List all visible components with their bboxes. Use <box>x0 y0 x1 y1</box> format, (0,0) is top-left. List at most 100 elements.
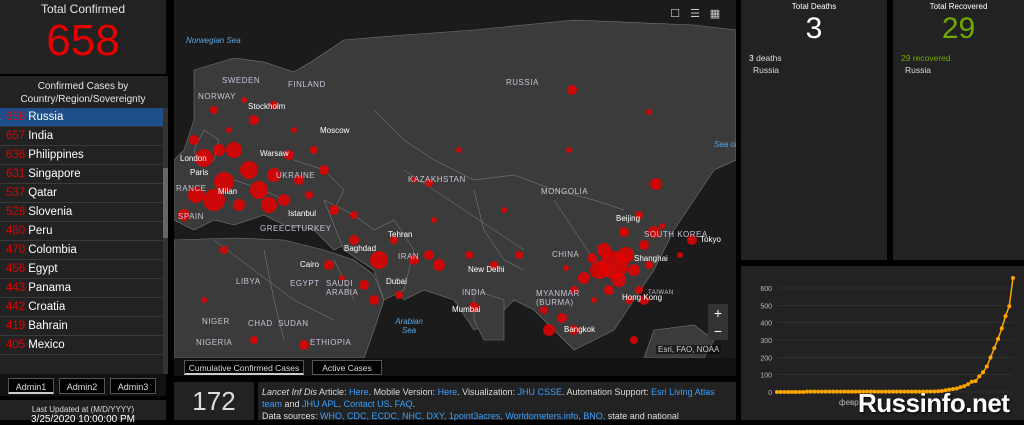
label-iran: IRAN <box>398 252 420 261</box>
country-name: Croatia <box>28 301 66 313</box>
tab-admin3[interactable]: Admin3 <box>110 378 156 394</box>
label-egypt: EGYPT <box>290 279 320 288</box>
qr-grid-icon[interactable]: ▦ <box>706 4 724 24</box>
zoom-out-button[interactable]: − <box>708 322 728 340</box>
tab-cumulative-confirmed[interactable]: Cumulative Confirmed Cases <box>184 360 304 375</box>
chart-data-point <box>812 389 817 394</box>
chart-data-point <box>804 389 809 394</box>
country-name: Colombia <box>28 244 77 256</box>
country-name: India <box>28 130 54 142</box>
country-count: 658 <box>6 111 26 123</box>
country-list-scrollbar[interactable] <box>163 108 168 374</box>
country-list-item[interactable]: 470 Colombia <box>0 241 163 260</box>
country-list-item[interactable]: 480 Peru <box>0 222 163 241</box>
label-warsaw: Warsaw <box>260 149 289 158</box>
country-list-item[interactable]: 537 Qatar <box>0 184 163 203</box>
country-count: 443 <box>6 282 26 294</box>
country-list-item[interactable]: 443 Panama <box>0 279 163 298</box>
info-panel: Lancet Inf Dis Article: Here. Mobile Ver… <box>258 382 736 421</box>
label-chad: CHAD <box>248 319 273 328</box>
country-count: 537 <box>6 187 26 199</box>
zoom-in-button[interactable]: + <box>708 304 728 322</box>
country-count: 419 <box>6 320 26 332</box>
chart-data-point <box>819 389 824 394</box>
label-sudan: SUDAN <box>278 319 309 328</box>
chart-data-point <box>977 374 982 379</box>
chart-data-point <box>999 326 1004 331</box>
map-attribution: Esri, FAO, NOAA <box>656 345 722 354</box>
label-sea-okho: Sea of Okho <box>714 140 736 149</box>
country-list-item[interactable]: 658 Russia <box>0 108 163 127</box>
bookmark-icon[interactable]: ☐ <box>666 4 684 24</box>
chart-y-tick-label: 200 <box>760 355 772 362</box>
country-list-heading: Confirmed Cases by Country/Region/Sovere… <box>20 81 146 105</box>
label-paris: Paris <box>190 168 209 177</box>
end-text: . <box>412 399 416 409</box>
label-libya: LIBYA <box>236 277 261 286</box>
chart-data-point <box>823 389 828 394</box>
label-greece: GREECE <box>260 224 297 233</box>
watermark-text: Russinfo.net <box>858 388 1010 418</box>
chart-data-point <box>846 389 851 394</box>
chart-y-tick-label: 400 <box>760 321 772 328</box>
deaths-detail: 3 deaths <box>749 53 782 63</box>
country-list-item[interactable]: 405 Mexico <box>0 336 163 355</box>
chart-data-point <box>827 389 832 394</box>
label-dubai: Dubai <box>386 277 407 286</box>
chart-data-point <box>988 355 993 360</box>
chart-y-tick-label: 0 <box>768 390 772 397</box>
label-mongolia: MONGOLIA <box>541 187 589 196</box>
contact-link[interactable]: Contact US <box>344 399 390 409</box>
label-shanghai: Shanghai <box>634 254 668 263</box>
tab-admin2[interactable]: Admin2 <box>59 378 105 394</box>
country-list-item[interactable]: 442 Croatia <box>0 298 163 317</box>
jhu-csse-link[interactable]: JHU CSSE <box>518 387 563 397</box>
map-toolbar: ☐ ☰ ▦ <box>664 4 726 24</box>
chart-data-point <box>786 390 791 394</box>
label-spain: SPAIN <box>178 212 204 221</box>
here-link-1[interactable]: Here <box>349 387 369 397</box>
here-link-2[interactable]: Here <box>438 387 458 397</box>
country-name: Russia <box>28 111 64 123</box>
label-myanmar: MYANMAR (BURMA) <box>536 289 580 307</box>
jhu-apl-link[interactable]: JHU APL <box>302 399 339 409</box>
label-niger: NIGER <box>202 317 230 326</box>
label-kazakhstan: KAZAKHSTAN <box>408 175 466 184</box>
chart-data-point <box>966 382 971 387</box>
tab-admin1[interactable]: Admin1 <box>8 378 54 394</box>
recovered-detail-country: Russia <box>905 65 931 75</box>
world-map[interactable]: Norwegian Sea SWEDEN FINLAND NORWAY Stoc… <box>174 0 736 358</box>
country-count: 442 <box>6 301 26 313</box>
label-beijing: Beijing <box>616 214 641 223</box>
chart-data-point <box>782 390 787 394</box>
country-list-item[interactable]: 636 Philippines <box>0 146 163 165</box>
chart-y-tick-label: 600 <box>760 286 772 293</box>
country-list-item[interactable]: 657 India <box>0 127 163 146</box>
zoom-controls: + − <box>708 304 728 340</box>
country-list-item[interactable]: 456 Egypt <box>0 260 163 279</box>
country-count: 470 <box>6 244 26 256</box>
country-name: Panama <box>28 282 72 294</box>
label-tokyo: Tokyo <box>700 235 721 244</box>
chart-data-point <box>996 336 1001 341</box>
total-deaths-value: 3 <box>805 12 823 45</box>
country-list-item[interactable]: 631 Singapore <box>0 165 163 184</box>
list-icon[interactable]: ☰ <box>686 4 704 24</box>
country-list-item[interactable]: 528 Slovenia <box>0 203 163 222</box>
and-text: and <box>282 399 303 409</box>
tab-active-cases[interactable]: Active Cases <box>312 360 382 375</box>
map-tabs: Cumulative Confirmed Cases Active Cases <box>174 358 736 376</box>
country-count: 528 <box>6 206 26 218</box>
faq-link[interactable]: FAQ <box>395 399 413 409</box>
automation-text: . Automation Support: <box>562 387 652 397</box>
label-bangkok: Bangkok <box>564 325 596 334</box>
label-china: CHINA <box>552 250 580 259</box>
scrollbar-thumb[interactable] <box>163 168 168 238</box>
chart-data-point <box>793 390 798 394</box>
label-india: INDIA <box>462 288 486 297</box>
country-list-item[interactable]: 419 Bahrain <box>0 317 163 336</box>
last-updated-label: Last Updated at (M/D/YYYY) <box>31 405 135 414</box>
country-name: Peru <box>28 225 53 237</box>
chart-data-point <box>834 389 839 394</box>
label-istanbul: Istanbul <box>288 209 317 218</box>
